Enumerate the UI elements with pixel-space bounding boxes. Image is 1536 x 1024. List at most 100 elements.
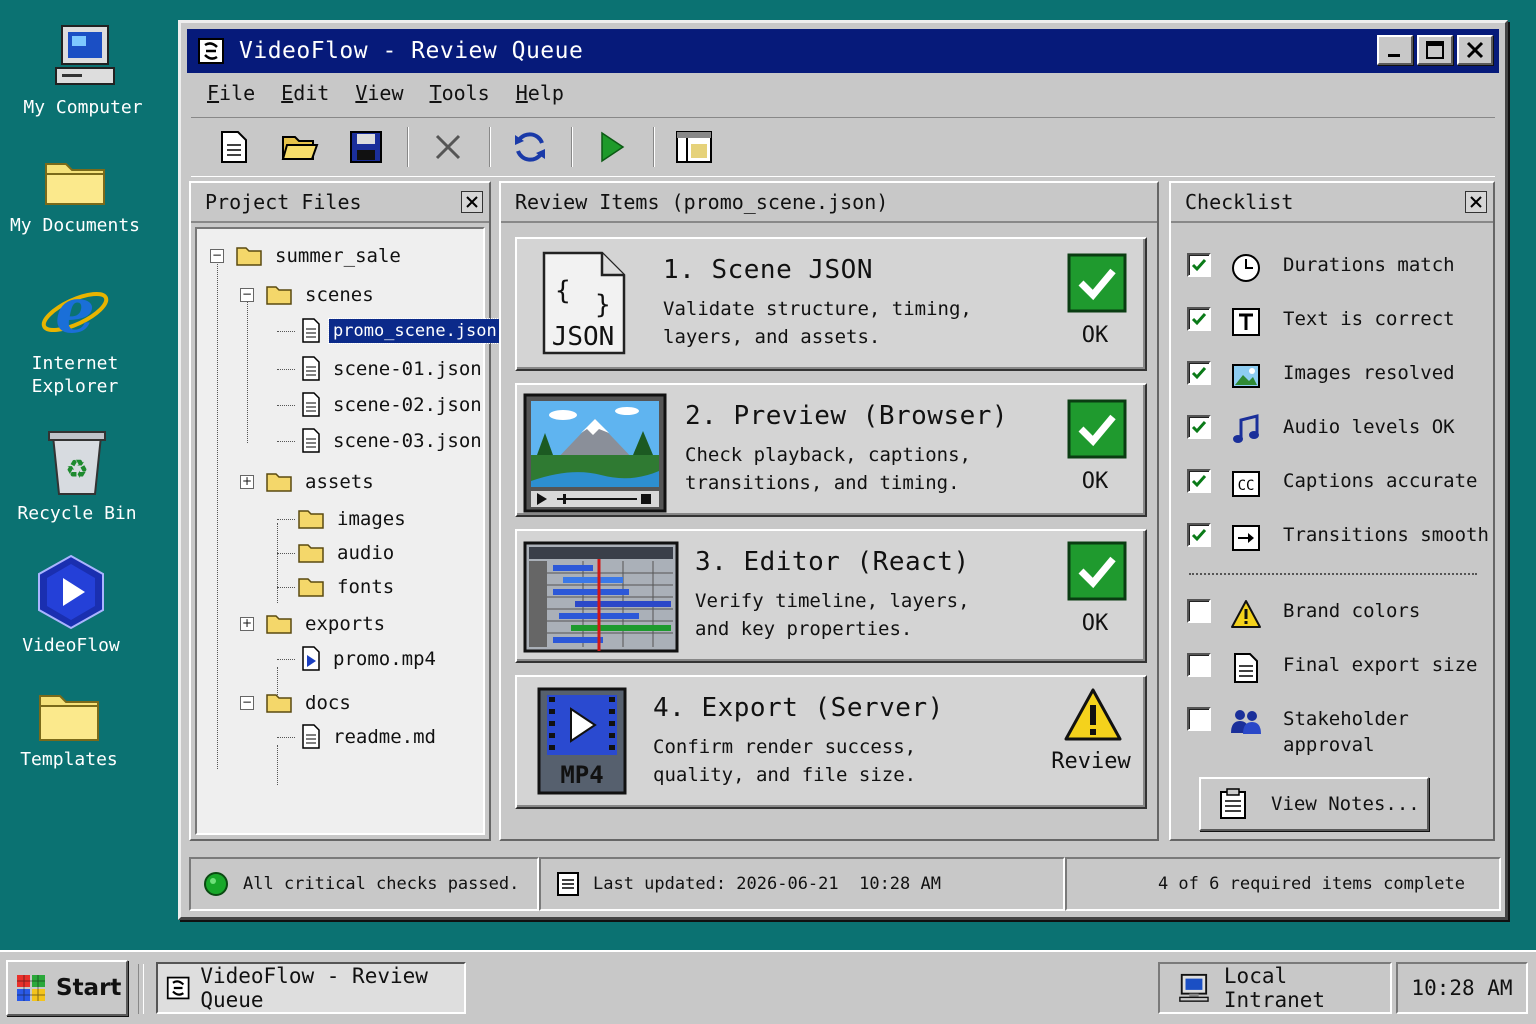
tree-folder-assets[interactable]: assets — [265, 467, 378, 497]
collapse-toggle[interactable]: − — [240, 696, 254, 710]
collapse-toggle[interactable]: − — [210, 249, 224, 263]
tree-folder-summer-sale[interactable]: summer_sale — [235, 241, 405, 271]
timeline-editor-icon — [523, 541, 679, 653]
checkbox-checked[interactable] — [1187, 415, 1211, 439]
expand-toggle[interactable]: + — [240, 475, 254, 489]
folder-icon — [298, 510, 324, 529]
checkbox-checked[interactable] — [1187, 307, 1211, 331]
title-bar[interactable]: VideoFlow - Review Queue — [187, 29, 1499, 73]
image-icon — [1232, 364, 1260, 388]
tree-file-scene-01[interactable]: scene-01.json — [301, 354, 486, 384]
recycle-bin-icon: ♻ — [48, 431, 106, 495]
toolbar — [191, 117, 1495, 177]
menu-tools[interactable]: Tools — [430, 81, 490, 111]
checkbox-checked[interactable] — [1187, 469, 1211, 493]
collapse-toggle[interactable]: − — [240, 288, 254, 302]
taskbar-button-videoflow[interactable]: VideoFlow - Review Queue — [156, 962, 466, 1014]
tree-label: images — [337, 508, 406, 530]
windows-logo-icon — [17, 975, 45, 1001]
open-folder-button[interactable] — [275, 122, 325, 172]
checklist-item-text[interactable]: Text is correct — [1187, 305, 1455, 339]
checklist-item-audio[interactable]: Audio levels OK — [1187, 413, 1455, 447]
tree-folder-audio[interactable]: audio — [297, 538, 398, 568]
play-button[interactable] — [587, 122, 637, 172]
delete-button[interactable] — [423, 122, 473, 172]
menu-view[interactable]: View — [355, 81, 403, 111]
maximize-button[interactable] — [1417, 35, 1453, 65]
tree-line — [277, 441, 295, 442]
save-button[interactable] — [341, 122, 391, 172]
warning-icon — [1064, 688, 1122, 741]
desktop-icon-my-documents[interactable]: My Documents — [0, 154, 150, 237]
document-icon — [302, 392, 320, 417]
new-file-button[interactable] — [209, 122, 259, 172]
folder-icon — [266, 694, 292, 713]
file-tree: − summer_sale − scenes promo_scene.json … — [195, 227, 502, 835]
system-clock[interactable]: 10:28 AM — [1396, 962, 1528, 1014]
view-notes-button[interactable]: View Notes... — [1199, 777, 1429, 831]
desktop-icon-label: Templates — [20, 749, 118, 770]
tree-line — [277, 331, 295, 332]
review-item-scene-json[interactable]: { } JSON 1. Scene JSON Validate structur… — [515, 237, 1147, 371]
menu-help[interactable]: Help — [516, 81, 564, 111]
network-status[interactable]: Local Intranet — [1158, 962, 1392, 1014]
desktop-icon-templates[interactable]: Templates — [0, 688, 144, 771]
checklist-item-durations[interactable]: Durations match — [1187, 251, 1455, 285]
menu-edit[interactable]: Edit — [281, 81, 329, 111]
tree-folder-images[interactable]: images — [297, 504, 410, 534]
review-item-export-server[interactable]: MP4 4. Export (Server) Confirm render su… — [515, 675, 1147, 809]
checkbox-checked[interactable] — [1187, 253, 1211, 277]
refresh-button[interactable] — [505, 122, 555, 172]
folder-icon — [266, 473, 292, 492]
tree-file-scene-03[interactable]: scene-03.json — [301, 426, 486, 456]
review-item-editor-react[interactable]: 3. Editor (React) Verify timeline, layer… — [515, 529, 1147, 663]
tree-file-promo-scene[interactable]: promo_scene.json — [301, 316, 502, 346]
tree-folder-docs[interactable]: docs — [265, 688, 355, 718]
expand-toggle[interactable]: + — [240, 617, 254, 631]
tree-folder-scenes[interactable]: scenes — [265, 280, 378, 310]
tree-file-readme[interactable]: readme.md — [301, 722, 440, 752]
folder-icon — [298, 578, 324, 597]
layout-button[interactable] — [669, 122, 719, 172]
minimize-button[interactable] — [1377, 35, 1413, 65]
checkbox-unchecked[interactable] — [1187, 599, 1211, 623]
panel-close-button[interactable] — [461, 191, 483, 213]
checkbox-unchecked[interactable] — [1187, 707, 1211, 731]
start-button[interactable]: Start — [6, 960, 128, 1016]
tree-line — [277, 523, 278, 603]
review-item-preview-browser[interactable]: 2. Preview (Browser) Check playback, cap… — [515, 383, 1147, 517]
status-message-section: All critical checks passed. — [189, 857, 539, 911]
new-file-icon — [221, 131, 247, 163]
tree-file-promo-mp4[interactable]: promo.mp4 — [301, 644, 440, 674]
menu-file[interactable]: File — [207, 81, 255, 111]
close-button[interactable] — [1457, 35, 1493, 65]
desktop-icon-my-computer[interactable]: My Computer — [8, 22, 158, 119]
tree-folder-fonts[interactable]: fonts — [297, 572, 398, 602]
checklist-item-export-size[interactable]: Final export size — [1187, 651, 1477, 685]
checklist-item-stakeholder[interactable]: Stakeholder approval — [1187, 705, 1409, 758]
desktop-icon-videoflow[interactable]: VideoFlow — [0, 554, 146, 657]
folder-icon — [266, 615, 292, 634]
panel-close-button[interactable] — [1465, 191, 1487, 213]
check-icon — [1191, 313, 1207, 326]
json-label: JSON — [552, 322, 615, 352]
checklist-item-transitions[interactable]: Transitions smooth — [1187, 521, 1489, 555]
checklist-label: Images resolved — [1283, 362, 1455, 384]
taskbar-separator — [138, 964, 144, 1014]
checklist-item-captions[interactable]: CC Captions accurate — [1187, 467, 1477, 501]
layout-icon — [676, 131, 712, 163]
internet-explorer-icon: e — [41, 274, 109, 347]
checkbox-checked[interactable] — [1187, 361, 1211, 385]
checklist-label: Final export size — [1283, 654, 1478, 676]
checklist-item-brand-colors[interactable]: Brand colors — [1187, 597, 1420, 631]
toolbar-separator — [653, 127, 655, 167]
desktop-icon-label: VideoFlow — [22, 635, 120, 656]
desktop-icon-internet-explorer[interactable]: e Internet Explorer — [0, 272, 150, 398]
captions-label: CC — [1238, 478, 1255, 494]
checklist-item-images[interactable]: Images resolved — [1187, 359, 1455, 393]
desktop-icon-recycle-bin[interactable]: ♻ Recycle Bin — [2, 426, 152, 525]
checkbox-unchecked[interactable] — [1187, 653, 1211, 677]
checkbox-checked[interactable] — [1187, 523, 1211, 547]
tree-file-scene-02[interactable]: scene-02.json — [301, 390, 486, 420]
tree-folder-exports[interactable]: exports — [265, 609, 389, 639]
